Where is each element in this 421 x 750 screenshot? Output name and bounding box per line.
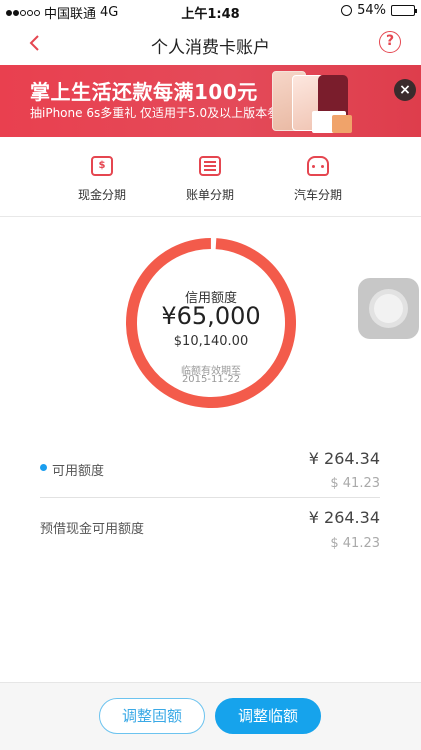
status-right: 54% xyxy=(341,3,417,18)
battery-icon xyxy=(391,5,417,16)
blue-dot-icon xyxy=(40,464,47,471)
car-icon xyxy=(307,156,329,176)
feature-label: 现金分期 xyxy=(77,188,126,202)
available-limit-amount: ¥ 264.34 xyxy=(308,449,380,468)
banner-title: 掌上生活还款每满100元 xyxy=(30,80,258,104)
rotation-lock-icon xyxy=(341,5,353,16)
cash-advance-limit-label: 预借现金可用额度 xyxy=(40,522,145,537)
available-limit-label: 可用额度 xyxy=(52,464,105,479)
banner-close-icon[interactable]: × xyxy=(394,79,416,101)
bottom-action-bar: 调整固额 调整临额 xyxy=(0,682,421,750)
feature-cash-installment[interactable]: 现金分期 xyxy=(52,156,152,203)
banner-subtitle: 抽iPhone 6s多重礼 仅适用于5.0及以上版本参与 xyxy=(30,106,292,120)
page-title: 个人消费卡账户 xyxy=(151,38,270,58)
available-limit-usd: $ 41.23 xyxy=(330,476,380,491)
bill-list-icon xyxy=(199,156,221,176)
nav-bar: 个人消费卡账户 ? xyxy=(0,22,421,65)
cash-advance-limit-row: 预借现金可用额度 ¥ 264.34 $ 41.23 xyxy=(40,506,380,562)
banner-gift-box-image xyxy=(332,115,352,133)
feature-bill-installment[interactable]: 账单分期 xyxy=(160,156,260,203)
cash-advance-limit-usd: $ 41.23 xyxy=(330,536,380,551)
adjust-temp-limit-button[interactable]: 调整临额 xyxy=(215,698,321,734)
feature-label: 账单分期 xyxy=(185,188,234,202)
credit-limit-usd: $10,140.00 xyxy=(173,334,249,349)
battery-percent: 54% xyxy=(357,3,386,18)
installment-features: 现金分期 账单分期 汽车分期 xyxy=(0,137,421,217)
cash-card-icon xyxy=(91,156,113,176)
feature-car-installment[interactable]: 汽车分期 xyxy=(268,156,368,203)
temp-limit-expiry-date: 2015-11-22 xyxy=(181,374,241,385)
credit-limit-summary: 信用额度 ¥65,000 $10,140.00 临额有效期至 2015-11-2… xyxy=(126,238,296,408)
assistive-touch-button[interactable] xyxy=(358,278,419,339)
credit-limit-amount: ¥65,000 xyxy=(161,302,261,330)
help-icon[interactable]: ? xyxy=(379,31,401,53)
status-bar: 中国联通 4G 上午1:48 54% xyxy=(0,0,421,22)
available-limit-row: 可用额度 ¥ 264.34 $ 41.23 xyxy=(40,440,380,498)
cash-advance-limit-amount: ¥ 264.34 xyxy=(308,508,380,527)
feature-label: 汽车分期 xyxy=(293,188,342,202)
promo-banner[interactable]: 掌上生活还款每满100元 抽iPhone 6s多重礼 仅适用于5.0及以上版本参… xyxy=(0,65,421,137)
adjust-fixed-limit-button[interactable]: 调整固额 xyxy=(99,698,205,734)
